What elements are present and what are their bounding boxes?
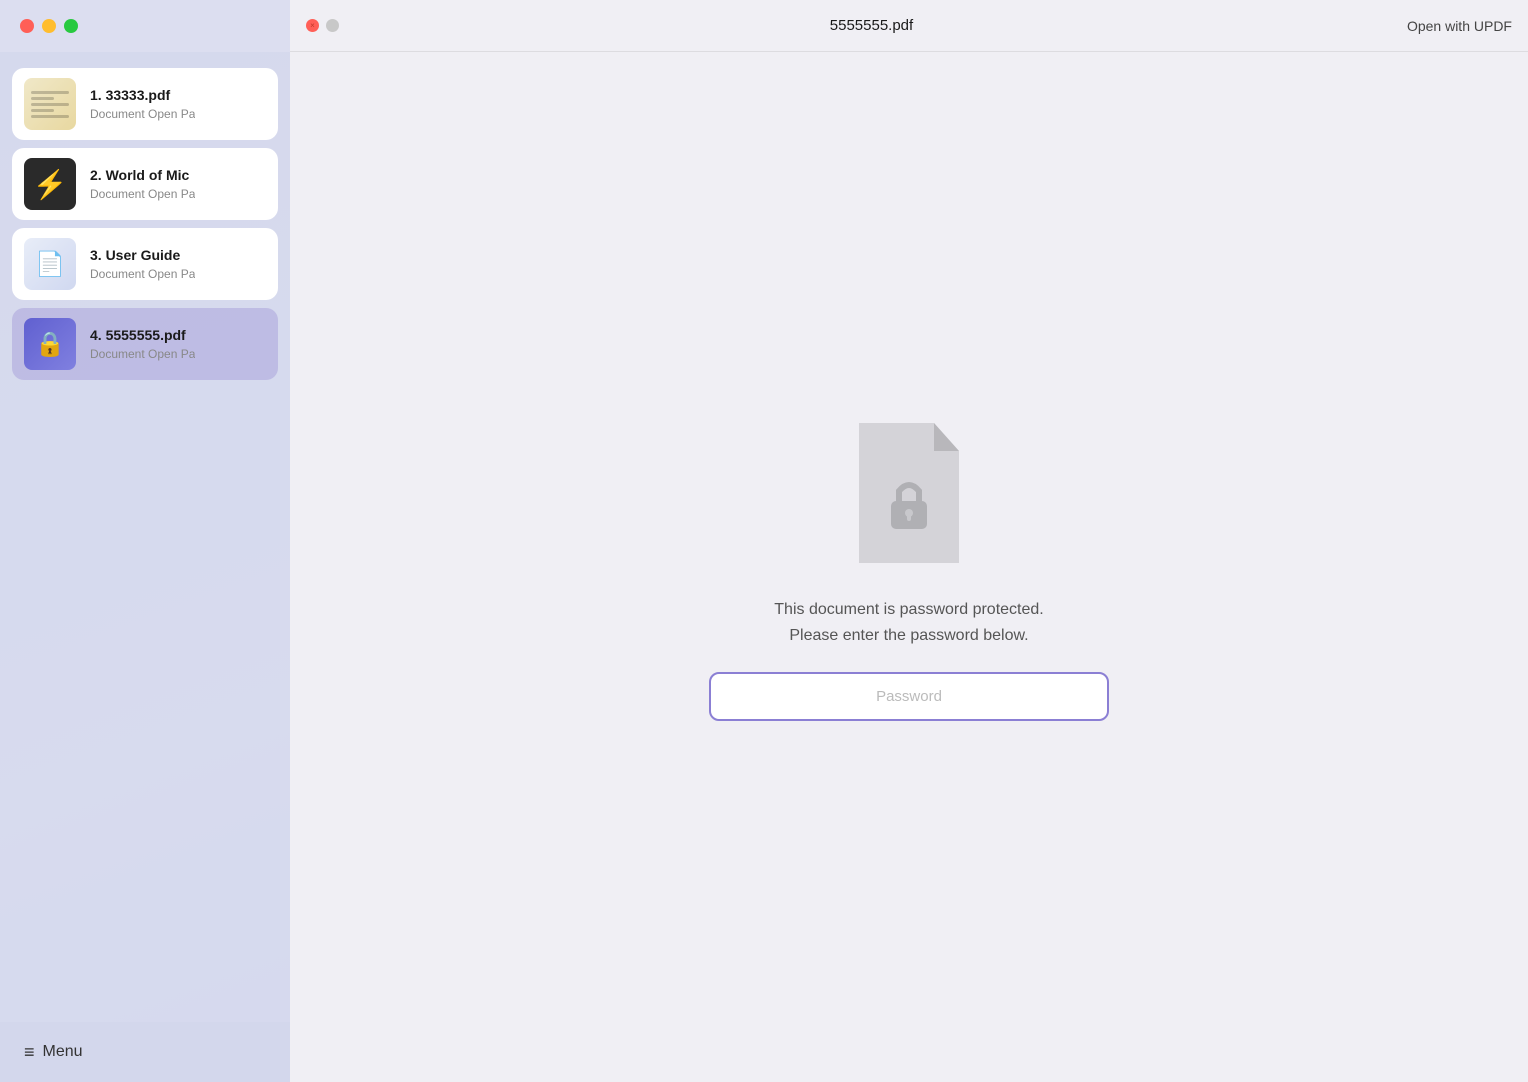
modal-titlebar: × 5555555.pdf Open with UPDF xyxy=(290,0,1528,52)
doc-icon: 📄 xyxy=(35,250,65,279)
password-modal: × 5555555.pdf Open with UPDF xyxy=(290,0,1528,1082)
sidebar-info-2: 2. World of Mic Document Open Pa xyxy=(90,167,195,201)
open-with-updf-button[interactable]: Open with UPDF xyxy=(1407,18,1512,34)
sidebar-thumb-2: ⚡ xyxy=(24,158,76,210)
password-message: This document is password protected. Ple… xyxy=(774,597,1043,648)
sidebar-thumb-4: 🔒 xyxy=(24,318,76,370)
modal-title: 5555555.pdf xyxy=(351,17,1392,34)
sidebar-title-3: 3. User Guide xyxy=(90,247,195,263)
password-input[interactable] xyxy=(709,672,1109,721)
sidebar-item-1[interactable]: 1. 33333.pdf Document Open Pa xyxy=(12,68,278,140)
sidebar-info-4: 4. 5555555.pdf Document Open Pa xyxy=(90,327,195,361)
sidebar-subtitle-2: Document Open Pa xyxy=(90,187,195,201)
minimize-traffic-light[interactable] xyxy=(42,19,56,33)
modal-minimize-button[interactable] xyxy=(326,19,339,32)
maximize-traffic-light[interactable] xyxy=(64,19,78,33)
close-icon: × xyxy=(310,21,315,30)
password-message-line1: This document is password protected. xyxy=(774,597,1043,623)
locked-document-icon xyxy=(839,413,979,573)
sidebar-info-1: 1. 33333.pdf Document Open Pa xyxy=(90,87,195,121)
sidebar-title-4: 4. 5555555.pdf xyxy=(90,327,195,343)
sidebar-item-3[interactable]: 📄 3. User Guide Document Open Pa xyxy=(12,228,278,300)
sidebar-item-4[interactable]: 🔒 4. 5555555.pdf Document Open Pa xyxy=(12,308,278,380)
bolt-icon: ⚡ xyxy=(33,168,68,201)
modal-traffic-lights: × xyxy=(306,19,339,32)
sidebar-subtitle-1: Document Open Pa xyxy=(90,107,195,121)
sidebar-item-2[interactable]: ⚡ 2. World of Mic Document Open Pa xyxy=(12,148,278,220)
menu-label: Menu xyxy=(43,1043,83,1061)
modal-close-button[interactable]: × xyxy=(306,19,319,32)
menu-button[interactable]: ≡ Menu xyxy=(24,1042,83,1063)
traffic-lights xyxy=(20,19,78,33)
sidebar-thumb-1 xyxy=(24,78,76,130)
thumb-lines-1 xyxy=(31,91,69,118)
sidebar-title-2: 2. World of Mic xyxy=(90,167,195,183)
sidebar-info-3: 3. User Guide Document Open Pa xyxy=(90,247,195,281)
sidebar-thumb-3: 📄 xyxy=(24,238,76,290)
sidebar-title-1: 1. 33333.pdf xyxy=(90,87,195,103)
sidebar: 1. 33333.pdf Document Open Pa ⚡ 2. World… xyxy=(0,52,290,1082)
sidebar-subtitle-4: Document Open Pa xyxy=(90,347,195,361)
modal-body: This document is password protected. Ple… xyxy=(290,52,1528,1082)
hamburger-icon: ≡ xyxy=(24,1042,35,1063)
close-traffic-light[interactable] xyxy=(20,19,34,33)
password-input-wrapper xyxy=(709,672,1109,721)
password-message-line2: Please enter the password below. xyxy=(774,623,1043,649)
sidebar-subtitle-3: Document Open Pa xyxy=(90,267,195,281)
lock-thumb-icon: 🔒 xyxy=(35,330,65,359)
